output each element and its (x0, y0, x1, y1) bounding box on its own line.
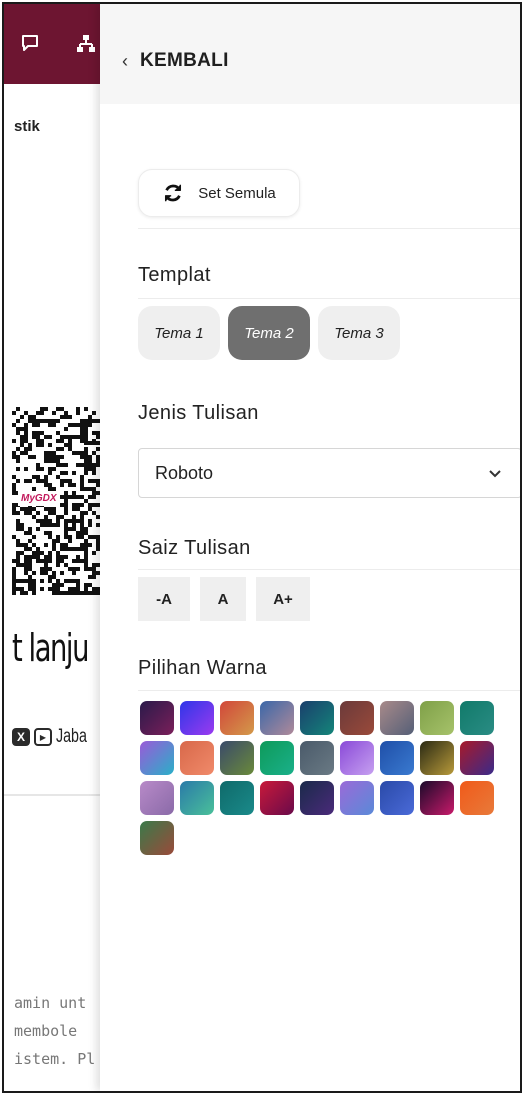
color-swatch-grid (140, 701, 494, 855)
color-options-title: Pilihan Warna (138, 657, 267, 679)
color-swatch[interactable] (340, 701, 374, 735)
color-swatch[interactable] (140, 701, 174, 735)
screen-frame: stik MyGDX t lanju X ▶ Jaba amin unt mem… (2, 2, 522, 1093)
divider (138, 690, 520, 691)
refresh-icon (165, 184, 182, 202)
color-swatch[interactable] (380, 781, 414, 815)
default-font-button[interactable]: A (200, 577, 246, 621)
background-big-text: t lanju (12, 626, 89, 670)
font-family-value: Roboto (155, 462, 214, 483)
template-title: Templat (138, 264, 211, 286)
chevron-down-icon (489, 470, 501, 478)
color-swatch[interactable] (300, 701, 334, 735)
theme-1-button[interactable]: Tema 1 (138, 306, 220, 360)
font-size-title: Saiz Tulisan (138, 537, 251, 559)
font-family-title: Jenis Tulisan (138, 402, 259, 424)
color-swatch[interactable] (140, 781, 174, 815)
panel-header: ‹ KEMBALI (100, 4, 520, 104)
color-swatch[interactable] (420, 701, 454, 735)
color-swatch[interactable] (220, 741, 254, 775)
background-topbar (4, 4, 104, 84)
color-swatch[interactable] (140, 741, 174, 775)
paragraph-line: amin unt (14, 994, 87, 1012)
font-size-options: -A A A+ (138, 577, 310, 621)
theme-2-button[interactable]: Tema 2 (228, 306, 310, 360)
x-social-icon[interactable]: X (12, 728, 30, 746)
color-swatch[interactable] (180, 741, 214, 775)
social-links: X ▶ Jaba (12, 726, 97, 748)
back-button[interactable]: ‹ KEMBALI (122, 50, 229, 72)
color-swatch[interactable] (260, 781, 294, 815)
color-swatch[interactable] (300, 781, 334, 815)
color-swatch[interactable] (420, 741, 454, 775)
reset-button[interactable]: Set Semula (138, 169, 300, 217)
divider (138, 298, 520, 299)
settings-panel: ‹ KEMBALI Set Semula Templat Tema 1 Tema… (100, 4, 520, 1091)
color-swatch[interactable] (420, 781, 454, 815)
color-swatch[interactable] (260, 741, 294, 775)
qr-logo-badge: MyGDX (18, 491, 60, 506)
color-swatch[interactable] (220, 781, 254, 815)
color-swatch[interactable] (340, 781, 374, 815)
color-swatch[interactable] (180, 701, 214, 735)
background-divider (4, 794, 104, 796)
sitemap-icon[interactable] (76, 34, 96, 54)
reset-label: Set Semula (198, 184, 276, 202)
color-swatch[interactable] (340, 741, 374, 775)
background-paragraph: amin unt membole istem. Pl (14, 989, 95, 1073)
color-swatch[interactable] (180, 781, 214, 815)
color-swatch[interactable] (300, 741, 334, 775)
theme-3-button[interactable]: Tema 3 (318, 306, 400, 360)
increase-font-button[interactable]: A+ (256, 577, 310, 621)
color-swatch[interactable] (220, 701, 254, 735)
paragraph-line: istem. Pl (14, 1050, 96, 1068)
decrease-font-button[interactable]: -A (138, 577, 190, 621)
color-swatch[interactable] (460, 701, 494, 735)
social-label[interactable]: Jaba (56, 726, 87, 748)
background-page: stik MyGDX t lanju X ▶ Jaba amin unt mem… (4, 4, 104, 1091)
theme-options: Tema 1 Tema 2 Tema 3 (138, 306, 400, 360)
color-swatch[interactable] (260, 701, 294, 735)
color-swatch[interactable] (460, 781, 494, 815)
divider (138, 569, 520, 570)
back-label: KEMBALI (140, 50, 229, 71)
color-swatch[interactable] (380, 741, 414, 775)
chevron-left-icon: ‹ (122, 50, 128, 71)
youtube-icon[interactable]: ▶ (34, 728, 52, 746)
color-swatch[interactable] (140, 821, 174, 855)
divider (138, 228, 520, 229)
paragraph-line: membole (14, 1022, 78, 1040)
background-heading: stik (14, 118, 40, 135)
color-swatch[interactable] (380, 701, 414, 735)
chat-icon[interactable] (20, 33, 40, 53)
color-swatch[interactable] (460, 741, 494, 775)
font-family-select[interactable]: Roboto (138, 448, 520, 498)
